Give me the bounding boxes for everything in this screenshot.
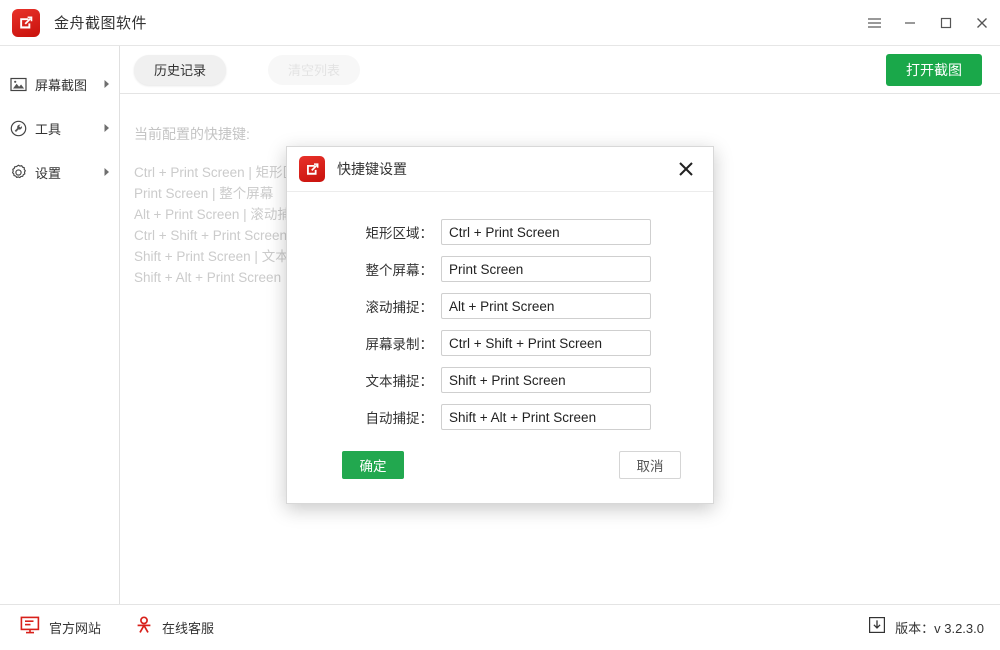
field-row-full-screen: 整个屏幕： bbox=[287, 251, 713, 287]
full-screen-shortcut-input[interactable] bbox=[441, 256, 651, 282]
version-label: 版本：v 3.2.3.0 bbox=[895, 618, 984, 637]
official-website-link[interactable]: 官方网站 bbox=[20, 616, 101, 639]
sidebar-item-screen-capture[interactable]: 屏幕截图 bbox=[0, 62, 119, 106]
field-label: 整个屏幕： bbox=[343, 259, 441, 279]
app-logo-icon bbox=[299, 156, 325, 182]
official-website-label: 官方网站 bbox=[49, 618, 101, 637]
monitor-icon bbox=[20, 616, 40, 639]
window-controls bbox=[856, 0, 1000, 45]
sidebar: 屏幕截图 工具 bbox=[0, 46, 120, 604]
content-toolbar: 历史记录 清空列表 打开截图 bbox=[120, 46, 1000, 94]
minimize-icon[interactable] bbox=[892, 0, 928, 46]
field-row-auto-capture: 自动捕捉： bbox=[287, 399, 713, 435]
title-bar: 金舟截图软件 bbox=[0, 0, 1000, 46]
field-label: 自动捕捉： bbox=[343, 407, 441, 427]
footer-bar: 官方网站 在线客服 版本：v 3.2.3.0 bbox=[0, 604, 1000, 650]
maximize-icon[interactable] bbox=[928, 0, 964, 46]
text-capture-shortcut-input[interactable] bbox=[441, 367, 651, 393]
field-row-text-capture: 文本捕捉： bbox=[287, 362, 713, 398]
shortcut-info-title: 当前配置的快捷键: bbox=[134, 124, 1000, 144]
screen-record-shortcut-input[interactable] bbox=[441, 330, 651, 356]
dialog-title: 快捷键设置 bbox=[337, 159, 407, 179]
online-support-link[interactable]: 在线客服 bbox=[135, 616, 214, 639]
person-service-icon bbox=[135, 616, 153, 639]
wrench-tool-icon bbox=[8, 118, 28, 138]
scrolling-capture-shortcut-input[interactable] bbox=[441, 293, 651, 319]
dialog-actions: 确定 取消 bbox=[287, 436, 713, 484]
dialog-header: 快捷键设置 bbox=[287, 147, 713, 192]
field-row-scrolling-capture: 滚动捕捉： bbox=[287, 288, 713, 324]
field-label: 滚动捕捉： bbox=[343, 296, 441, 316]
field-row-screen-record: 屏幕录制： bbox=[287, 325, 713, 361]
sidebar-item-label: 屏幕截图 bbox=[35, 75, 87, 94]
sidebar-item-settings[interactable]: 设置 bbox=[0, 150, 119, 194]
gear-settings-icon bbox=[8, 162, 28, 182]
field-label: 文本捕捉： bbox=[343, 370, 441, 390]
download-icon bbox=[868, 616, 886, 639]
history-tab-button[interactable]: 历史记录 bbox=[134, 55, 226, 85]
chevron-right-icon bbox=[103, 79, 111, 89]
dialog-body: 矩形区域： 整个屏幕： 滚动捕捉： 屏幕录制： 文本捕捉： bbox=[287, 192, 713, 503]
close-icon[interactable] bbox=[671, 154, 701, 184]
field-label: 矩形区域： bbox=[343, 222, 441, 242]
chevron-right-icon bbox=[103, 123, 111, 133]
online-support-label: 在线客服 bbox=[162, 618, 214, 637]
field-label: 屏幕录制： bbox=[343, 333, 441, 353]
field-row-rect-area: 矩形区域： bbox=[287, 214, 713, 250]
close-icon[interactable] bbox=[964, 0, 1000, 46]
sidebar-item-label: 工具 bbox=[35, 119, 61, 138]
clear-list-button[interactable]: 清空列表 bbox=[268, 55, 360, 85]
app-logo-icon bbox=[12, 9, 40, 37]
confirm-button[interactable]: 确定 bbox=[342, 451, 404, 479]
shortcut-settings-dialog: 快捷键设置 矩形区域： 整个屏幕： bbox=[286, 146, 714, 504]
auto-capture-shortcut-input[interactable] bbox=[441, 404, 651, 430]
application-window: 金舟截图软件 bbox=[0, 0, 1000, 650]
cancel-button[interactable]: 取消 bbox=[619, 451, 681, 479]
sidebar-item-tools[interactable]: 工具 bbox=[0, 106, 119, 150]
chevron-right-icon bbox=[103, 167, 111, 177]
hamburger-menu-icon[interactable] bbox=[856, 0, 892, 46]
open-screenshot-button[interactable]: 打开截图 bbox=[886, 54, 982, 86]
sidebar-item-label: 设置 bbox=[35, 163, 61, 182]
image-capture-icon bbox=[8, 74, 28, 94]
app-title: 金舟截图软件 bbox=[54, 12, 147, 33]
version-indicator[interactable]: 版本：v 3.2.3.0 bbox=[868, 616, 984, 639]
rect-area-shortcut-input[interactable] bbox=[441, 219, 651, 245]
